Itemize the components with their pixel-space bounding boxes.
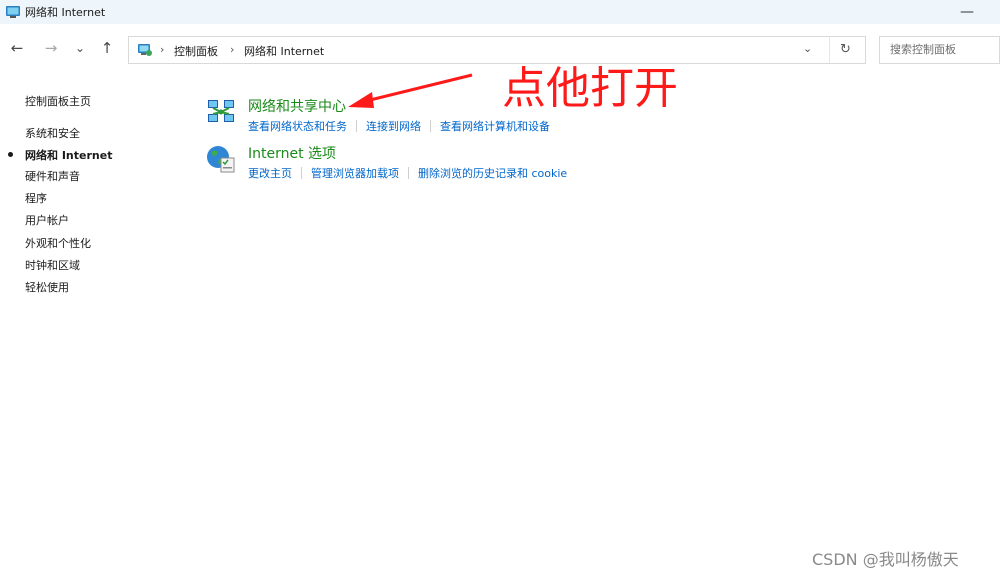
navigation-bar: ← → ⌄ ↑ › 控制面板 › 网络和 Internet ⌄ ↻: [0, 24, 1000, 76]
sidebar-item-control-panel-home[interactable]: 控制面板主页: [25, 93, 91, 109]
breadcrumb-network-internet[interactable]: 网络和 Internet: [244, 43, 324, 59]
breadcrumb-control-panel[interactable]: 控制面板: [174, 43, 218, 59]
forward-button[interactable]: →: [41, 38, 61, 58]
connect-to-network-link[interactable]: 连接到网络: [366, 120, 421, 133]
change-homepage-link[interactable]: 更改主页: [248, 167, 292, 180]
sidebar-item-ease-of-access[interactable]: 轻松使用: [25, 279, 69, 295]
view-network-status-link[interactable]: 查看网络状态和任务: [248, 120, 347, 133]
link-divider: [408, 167, 409, 179]
recent-locations-button[interactable]: ⌄: [70, 38, 90, 58]
address-bar[interactable]: › 控制面板 › 网络和 Internet ⌄ ↻: [128, 36, 866, 64]
breadcrumb-separator-icon[interactable]: ›: [160, 43, 164, 56]
back-button[interactable]: ←: [7, 38, 27, 58]
watermark: CSDN @我叫杨傲天: [812, 550, 959, 569]
delete-history-link[interactable]: 删除浏览的历史记录和 cookie: [418, 167, 567, 180]
network-sharing-icon[interactable]: [205, 96, 237, 128]
annotation-text: 点他打开: [502, 63, 678, 114]
annotation-arrow-icon: [348, 73, 473, 108]
sidebar-item-clock-region[interactable]: 时钟和区域: [25, 257, 80, 273]
internet-options-icon[interactable]: [205, 143, 237, 175]
search-box[interactable]: [879, 36, 1000, 64]
control-panel-icon: [138, 44, 152, 56]
sidebar-item-programs[interactable]: 程序: [25, 190, 47, 206]
link-divider: [430, 120, 431, 132]
title-bar: 网络和 Internet —: [0, 0, 1000, 24]
network-sharing-links: 查看网络状态和任务 连接到网络 查看网络计算机和设备: [248, 118, 550, 134]
sidebar-item-appearance[interactable]: 外观和个性化: [25, 235, 91, 251]
window-title: 网络和 Internet: [25, 6, 106, 19]
manage-addons-link[interactable]: 管理浏览器加载项: [311, 167, 399, 180]
link-divider: [356, 120, 357, 132]
breadcrumb-separator-icon[interactable]: ›: [230, 43, 234, 56]
search-input[interactable]: [888, 42, 997, 57]
up-button[interactable]: ↑: [97, 38, 117, 58]
current-item-bullet: [8, 152, 13, 157]
address-dropdown-button[interactable]: ⌄: [803, 42, 812, 55]
network-app-icon: [6, 6, 20, 18]
sidebar-item-user-accounts[interactable]: 用户帐户: [25, 212, 69, 228]
refresh-button[interactable]: ↻: [840, 42, 851, 57]
sidebar-item-hardware-sound[interactable]: 硬件和声音: [25, 168, 80, 184]
network-sharing-center-link[interactable]: 网络和共享中心: [248, 96, 346, 116]
minimize-button[interactable]: —: [955, 0, 979, 24]
address-divider: [829, 37, 830, 63]
link-divider: [301, 167, 302, 179]
internet-options-links: 更改主页 管理浏览器加载项 删除浏览的历史记录和 cookie: [248, 165, 567, 181]
view-network-computers-link[interactable]: 查看网络计算机和设备: [440, 120, 550, 133]
sidebar-item-system-security[interactable]: 系统和安全: [25, 125, 80, 141]
internet-options-link[interactable]: Internet 选项: [248, 143, 336, 163]
sidebar-item-network-internet[interactable]: 网络和 Internet: [25, 147, 112, 163]
